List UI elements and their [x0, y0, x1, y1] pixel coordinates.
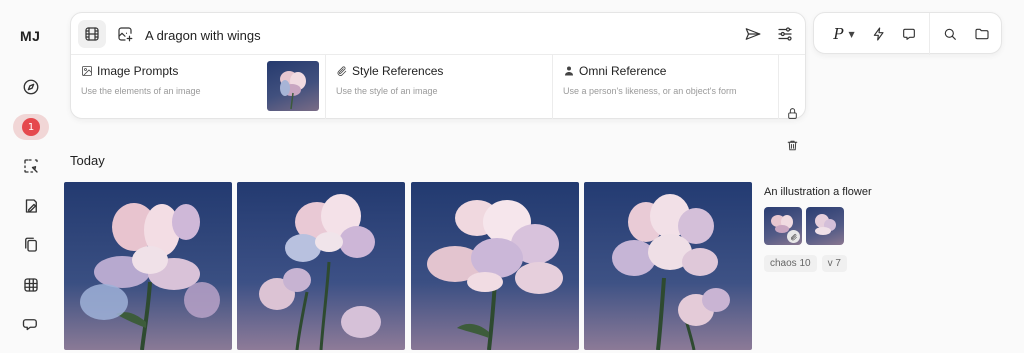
- flower-image-4[interactable]: [584, 182, 752, 350]
- job-parameters: chaos 10 v 7: [764, 255, 1004, 272]
- style-references-slot[interactable]: Style References Use the style of an ima…: [326, 55, 553, 119]
- toolbar-divider: [929, 13, 930, 55]
- search-icon[interactable]: [939, 23, 961, 45]
- explore-compass-icon[interactable]: [20, 76, 42, 98]
- edit-image-icon[interactable]: [20, 195, 42, 217]
- prompt-row: [71, 13, 805, 55]
- reference-actions: [779, 97, 805, 161]
- job-prompt[interactable]: An illustration a flower: [764, 186, 1004, 198]
- prompt-panel: Image Prompts Use the elements of an ima…: [70, 12, 806, 150]
- personalize-dropdown[interactable]: P ▼: [828, 23, 860, 45]
- omni-reference-subtitle: Use a person's likeness, or an object's …: [563, 86, 737, 96]
- folder-icon[interactable]: [971, 23, 993, 45]
- paperclip-icon: [337, 66, 347, 76]
- globe-grid-icon[interactable]: [20, 274, 42, 296]
- send-icon[interactable]: [739, 20, 767, 48]
- image-icon: [82, 66, 92, 76]
- person-icon: [565, 66, 573, 76]
- image-reference-thumbnail[interactable]: [764, 207, 802, 245]
- flower-image-2[interactable]: [237, 182, 405, 350]
- personalize-label: P: [833, 25, 844, 43]
- lock-icon[interactable]: [786, 107, 799, 120]
- image-prompt-thumbnail[interactable]: [267, 61, 319, 111]
- job-references: [764, 207, 1004, 245]
- chevron-down-icon: ▼: [848, 29, 855, 39]
- top-toolbar: P ▼: [813, 12, 1002, 55]
- lightning-icon[interactable]: [868, 23, 890, 45]
- param-chip-version[interactable]: v 7: [821, 255, 847, 272]
- job-details: An illustration a flower chaos 10 v 7: [764, 186, 1004, 272]
- create-nav-item[interactable]: 1: [13, 114, 49, 140]
- style-references-title: Style References: [352, 64, 444, 78]
- section-title-today: Today: [70, 153, 105, 168]
- chat-bubble-icon[interactable]: [898, 23, 920, 45]
- omni-reference-slot[interactable]: Omni Reference Use a person's likeness, …: [553, 55, 779, 119]
- flower-image-3[interactable]: [411, 182, 579, 350]
- app-logo[interactable]: MJ: [20, 28, 40, 44]
- flower-image-1[interactable]: [64, 182, 232, 350]
- style-references-subtitle: Use the style of an image: [336, 86, 438, 96]
- prompt-input[interactable]: [145, 25, 705, 45]
- image-prompts-title: Image Prompts: [97, 64, 179, 78]
- sidebar: MJ 1: [0, 0, 62, 353]
- copy-icon[interactable]: [20, 234, 42, 256]
- notification-badge: 1: [22, 118, 40, 136]
- style-reference-thumbnail[interactable]: [806, 207, 844, 245]
- film-grid-icon[interactable]: [78, 20, 106, 48]
- param-chip-chaos[interactable]: chaos 10: [764, 255, 817, 272]
- selection-edit-icon[interactable]: [20, 155, 42, 177]
- image-prompts-slot[interactable]: Image Prompts Use the elements of an ima…: [71, 55, 326, 119]
- trash-icon[interactable]: [786, 139, 799, 152]
- paperclip-icon: [787, 230, 800, 243]
- add-image-icon[interactable]: [111, 20, 139, 48]
- chat-icon[interactable]: [20, 314, 42, 336]
- reference-slots: Image Prompts Use the elements of an ima…: [71, 55, 805, 150]
- settings-sliders-icon[interactable]: [771, 20, 799, 48]
- omni-reference-title: Omni Reference: [579, 64, 667, 78]
